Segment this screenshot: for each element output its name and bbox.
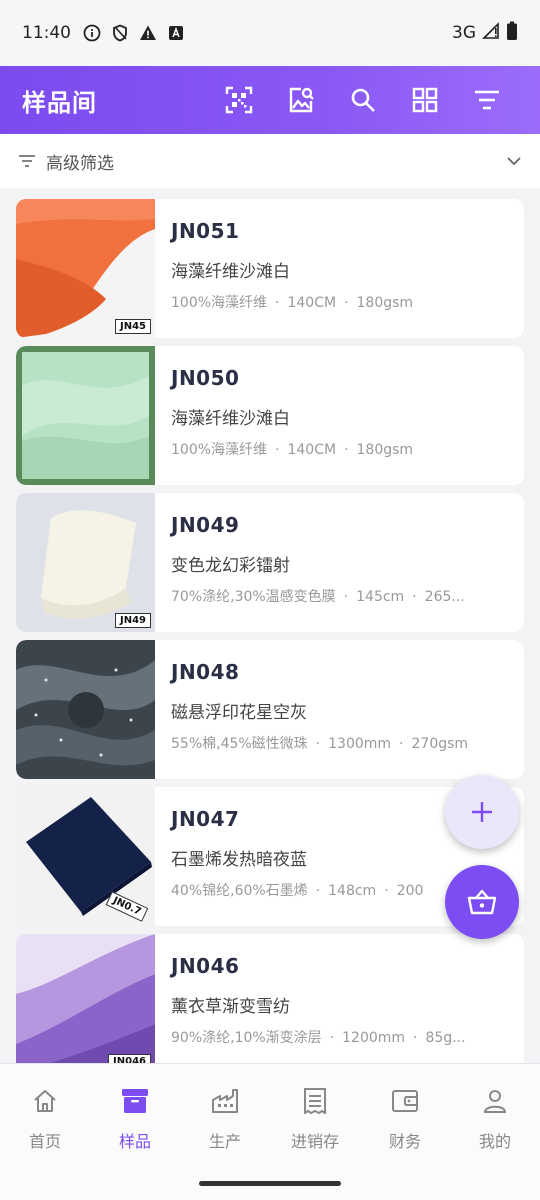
sample-image-navy-fabric: JN0.7 bbox=[16, 787, 155, 926]
sample-name: 磁悬浮印花星空灰 bbox=[171, 703, 307, 723]
archive-box-icon bbox=[121, 1086, 149, 1116]
sample-tag-label: JN45 bbox=[114, 319, 151, 334]
chevron-down-icon bbox=[506, 156, 522, 166]
filter-button[interactable] bbox=[456, 76, 518, 124]
sample-card[interactable]: JN45 JN051 海藻纤维沙滩白 100%海藻纤维 · 140CM · 180gsm bbox=[16, 199, 524, 338]
sample-image-green-fabric bbox=[16, 346, 155, 485]
sample-code: JN049 bbox=[171, 513, 240, 537]
nav-item-inventory[interactable]: 进销存 bbox=[270, 1064, 360, 1168]
sample-width: 148cm bbox=[328, 883, 377, 899]
sample-image-lavender-fabric: JN046 bbox=[16, 934, 155, 1063]
sample-card[interactable]: JN046 JN046 薰衣草渐变雪纺 90%涤纶,10%渐变涂层 · 1200mm… bbox=[16, 934, 524, 1063]
sample-list[interactable]: JN45 JN051 海藻纤维沙滩白 100%海藻纤维 · 140CM · 180gsm… bbox=[16, 199, 524, 1063]
sample-spec: 90%涤纶,10%渐变涂层 · 1200mm · 85g... bbox=[171, 1030, 466, 1046]
sample-code: JN048 bbox=[171, 660, 240, 684]
sample-weight: 180gsm bbox=[356, 295, 414, 311]
receipt-icon bbox=[303, 1086, 327, 1116]
network-type: 3G bbox=[452, 23, 476, 43]
sample-composition: 90%涤纶,10%渐变涂层 bbox=[171, 1030, 322, 1046]
plus-icon bbox=[472, 802, 492, 822]
sample-weight: 200 bbox=[396, 883, 424, 899]
bottom-navigation: 首页 样品 生产 进销存 财务 我的 bbox=[0, 1063, 540, 1200]
battery-icon bbox=[506, 21, 518, 46]
sample-basket-button[interactable] bbox=[445, 865, 519, 939]
sample-composition: 100%海藻纤维 bbox=[171, 295, 268, 311]
sample-code: JN050 bbox=[171, 366, 240, 390]
status-bar: 11:40 3G bbox=[0, 0, 540, 66]
qr-scan-icon bbox=[225, 86, 253, 114]
nav-label: 样品 bbox=[118, 1132, 151, 1151]
nav-item-profile[interactable]: 我的 bbox=[450, 1064, 540, 1168]
sample-width: 145cm bbox=[356, 589, 405, 605]
advanced-filter-label: 高级筛选 bbox=[46, 153, 114, 174]
sample-width: 140CM bbox=[287, 295, 337, 311]
sample-tag-label: JN49 bbox=[114, 613, 151, 628]
image-search-button[interactable] bbox=[270, 76, 332, 124]
sample-spec: 100%海藻纤维 · 140CM · 180gsm bbox=[171, 442, 414, 458]
nav-label: 我的 bbox=[478, 1132, 511, 1151]
sample-name: 薰衣草渐变雪纺 bbox=[171, 997, 290, 1017]
sample-weight: 85g... bbox=[425, 1030, 466, 1046]
nav-label: 财务 bbox=[388, 1132, 421, 1151]
sample-composition: 100%海藻纤维 bbox=[171, 442, 268, 458]
status-time: 11:40 bbox=[22, 23, 71, 43]
sample-width: 1200mm bbox=[342, 1030, 406, 1046]
sample-composition: 70%涤纶,30%温感变色膜 bbox=[171, 589, 336, 605]
nav-label: 生产 bbox=[208, 1132, 241, 1151]
home-indicator[interactable] bbox=[199, 1181, 341, 1186]
person-icon bbox=[483, 1086, 507, 1116]
warning-icon bbox=[139, 24, 157, 42]
signal-icon bbox=[482, 21, 500, 45]
nav-item-home[interactable]: 首页 bbox=[0, 1064, 90, 1168]
search-button[interactable] bbox=[332, 76, 394, 124]
search-icon bbox=[351, 88, 375, 112]
sample-code: JN051 bbox=[171, 219, 240, 243]
nav-label: 进销存 bbox=[290, 1132, 339, 1151]
nav-label: 首页 bbox=[28, 1132, 61, 1151]
basket-icon bbox=[467, 889, 497, 915]
grid-icon bbox=[412, 87, 438, 113]
home-icon bbox=[32, 1086, 58, 1116]
sample-code: JN046 bbox=[171, 954, 240, 978]
sample-name: 海藻纤维沙滩白 bbox=[171, 409, 290, 429]
sample-width: 140CM bbox=[287, 442, 337, 458]
image-search-icon bbox=[289, 87, 314, 113]
sample-composition: 55%棉,45%磁性微珠 bbox=[171, 736, 308, 752]
sample-card[interactable]: JN050 海藻纤维沙滩白 100%海藻纤维 · 140CM · 180gsm bbox=[16, 346, 524, 485]
sample-image-orange-fabric: JN45 bbox=[16, 199, 155, 338]
info-icon bbox=[83, 24, 101, 42]
font-a-icon bbox=[167, 24, 185, 42]
factory-icon bbox=[211, 1086, 239, 1116]
nav-item-samples[interactable]: 样品 bbox=[90, 1064, 180, 1168]
sample-image-white-fabric: JN49 bbox=[16, 493, 155, 632]
sample-spec: 55%棉,45%磁性微珠 · 1300mm · 270gsm bbox=[171, 736, 469, 752]
scan-qr-button[interactable] bbox=[208, 76, 270, 124]
sample-composition: 40%锦纶,60%石墨烯 bbox=[171, 883, 308, 899]
sample-weight: 180gsm bbox=[356, 442, 414, 458]
add-sample-button[interactable] bbox=[445, 775, 519, 849]
sample-weight: 270gsm bbox=[411, 736, 469, 752]
advanced-filter-bar[interactable]: 高级筛选 bbox=[0, 134, 540, 188]
sample-tag-label: JN046 bbox=[108, 1054, 151, 1063]
sample-spec: 100%海藻纤维 · 140CM · 180gsm bbox=[171, 295, 414, 311]
sample-image-gray-fabric bbox=[16, 640, 155, 779]
sample-name: 海藻纤维沙滩白 bbox=[171, 262, 290, 282]
shield-icon bbox=[111, 24, 129, 42]
grid-view-button[interactable] bbox=[394, 76, 456, 124]
nav-item-finance[interactable]: 财务 bbox=[360, 1064, 450, 1168]
filter-lines-icon bbox=[475, 90, 499, 110]
filter-icon bbox=[18, 154, 36, 168]
sample-width: 1300mm bbox=[328, 736, 392, 752]
sample-weight: 265... bbox=[424, 589, 465, 605]
sample-card[interactable]: JN048 磁悬浮印花星空灰 55%棉,45%磁性微珠 · 1300mm · 270gs… bbox=[16, 640, 524, 779]
wallet-icon bbox=[391, 1086, 419, 1116]
nav-item-production[interactable]: 生产 bbox=[180, 1064, 270, 1168]
sample-name: 变色龙幻彩镭射 bbox=[171, 556, 290, 576]
sample-spec: 70%涤纶,30%温感变色膜 · 145cm · 265... bbox=[171, 589, 465, 605]
app-bar: 样品间 bbox=[0, 66, 540, 134]
sample-card[interactable]: JN49 JN049 变色龙幻彩镭射 70%涤纶,30%温感变色膜 · 145cm ·… bbox=[16, 493, 524, 632]
page-title: 样品间 bbox=[22, 88, 97, 117]
